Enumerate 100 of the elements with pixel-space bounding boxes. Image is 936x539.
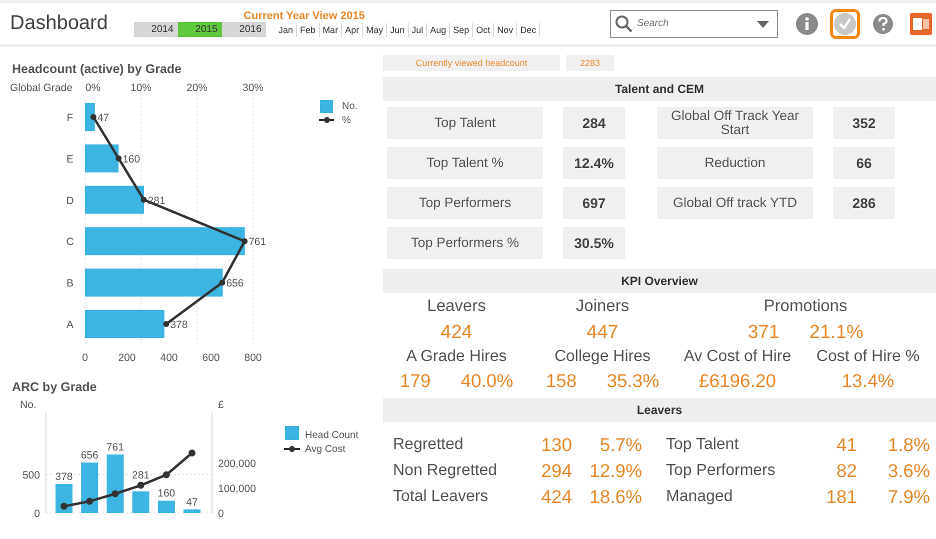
metric-value: 30.5% bbox=[563, 227, 625, 259]
axis-tick-label: 600 bbox=[202, 352, 220, 364]
section-header: Talent and CEM bbox=[383, 77, 936, 101]
month-option[interactable]: Aug bbox=[427, 22, 450, 36]
kpi-value: £6196.20 bbox=[698, 370, 776, 392]
metric-value: 352 bbox=[833, 107, 895, 139]
axis-tick-label: 30% bbox=[242, 82, 264, 94]
metric-value: 697 bbox=[563, 187, 625, 219]
data-label: 281 bbox=[132, 469, 150, 482]
leaver-label: Top Performers bbox=[666, 462, 776, 480]
bar bbox=[85, 144, 119, 172]
chart-title: Headcount (active) by Grade bbox=[12, 62, 182, 76]
chart-title: ARC by Grade bbox=[12, 380, 98, 394]
axis-tick-label: 100,000 bbox=[218, 483, 256, 495]
kpi-label: A Grade Hires bbox=[406, 348, 507, 366]
axis-title: £ bbox=[218, 399, 224, 411]
leaver-percent: 18.6% bbox=[588, 486, 642, 508]
section-header: KPI Overview bbox=[383, 269, 936, 293]
kpi-value: 371 bbox=[748, 322, 780, 344]
leaver-count: 181 bbox=[825, 486, 857, 508]
leaver-count: 130 bbox=[540, 434, 572, 456]
month-option[interactable]: May bbox=[363, 22, 388, 36]
leaver-count: 294 bbox=[540, 460, 572, 482]
kpi-label: Av Cost of Hire bbox=[684, 348, 792, 366]
leaver-count: 82 bbox=[835, 460, 857, 482]
axis-tick-label: 200,000 bbox=[218, 458, 256, 470]
leaver-label: Regretted bbox=[393, 436, 464, 454]
bar bbox=[81, 462, 98, 513]
axis-tick-label: 10% bbox=[130, 82, 152, 94]
legend-label: Avg Cost bbox=[305, 444, 346, 455]
kpi-label: Promotions bbox=[764, 297, 848, 316]
data-point bbox=[242, 238, 248, 244]
kpi-value: 13.4% bbox=[842, 370, 894, 392]
axis-title: No. bbox=[20, 399, 36, 411]
kpi-value: 424 bbox=[440, 322, 472, 344]
search-field[interactable]: Search bbox=[610, 10, 778, 38]
metric-label: Top Performers bbox=[387, 187, 543, 219]
leaver-percent: 12.9% bbox=[588, 460, 642, 482]
month-option[interactable]: Oct bbox=[473, 22, 494, 36]
metric-label: Global Off Track Year Start bbox=[657, 107, 813, 139]
check-icon bbox=[833, 12, 857, 36]
leaver-label: Non Regretted bbox=[393, 462, 498, 480]
year-option[interactable]: 2016 bbox=[222, 22, 266, 37]
leaver-label: Top Talent bbox=[666, 436, 740, 454]
data-label: 761 bbox=[106, 441, 124, 454]
leaver-percent: 5.7% bbox=[598, 434, 642, 456]
legend-line-icon bbox=[319, 117, 334, 123]
dashboard-title: Dashboard bbox=[10, 12, 109, 35]
year-option[interactable]: 2014 bbox=[134, 22, 178, 37]
bar bbox=[132, 491, 150, 513]
month-option[interactable]: Jan bbox=[276, 22, 298, 36]
month-option[interactable]: Dec bbox=[517, 22, 540, 36]
legend-swatch bbox=[285, 426, 299, 440]
axis-tick-label: 0 bbox=[218, 508, 224, 520]
category-label: A bbox=[66, 319, 74, 331]
bar bbox=[85, 186, 144, 214]
metric-value: 286 bbox=[833, 187, 895, 219]
leaver-label: Total Leavers bbox=[393, 488, 490, 506]
data-point bbox=[86, 498, 94, 505]
bar bbox=[158, 500, 175, 513]
check-button[interactable] bbox=[830, 8, 860, 38]
kpi-value: 158 bbox=[546, 370, 577, 392]
legend-swatch bbox=[320, 100, 333, 113]
slides-icon bbox=[910, 12, 932, 34]
month-option[interactable]: Mar bbox=[320, 22, 342, 36]
month-option[interactable]: Jun bbox=[387, 22, 409, 36]
headcount-label: Currently viewed headcount bbox=[383, 55, 560, 71]
year-option[interactable]: 2015 bbox=[178, 22, 222, 37]
data-point bbox=[188, 450, 196, 456]
year-view-title: Current Year View 2015 bbox=[244, 10, 366, 22]
axis-tick-label: 0 bbox=[82, 352, 88, 364]
month-option[interactable]: Apr bbox=[342, 22, 364, 36]
legend-label: Head Count bbox=[305, 430, 358, 441]
month-option[interactable]: Nov bbox=[494, 22, 518, 36]
data-label: 378 bbox=[170, 319, 188, 331]
metric-label: Global Off track YTD bbox=[657, 187, 813, 219]
month-option[interactable]: Jul bbox=[408, 22, 428, 36]
data-point bbox=[219, 280, 226, 286]
category-label: F bbox=[66, 112, 74, 124]
leaver-count: 424 bbox=[540, 486, 572, 508]
axis-tick-label: 800 bbox=[244, 352, 262, 364]
category-label: B bbox=[66, 278, 74, 290]
data-point bbox=[112, 490, 119, 498]
kpi-label: Leavers bbox=[427, 297, 486, 316]
search-icon bbox=[615, 14, 633, 32]
leaver-percent: 7.9% bbox=[886, 486, 930, 508]
data-label: 160 bbox=[122, 153, 140, 166]
leaver-count: 41 bbox=[835, 434, 857, 456]
category-label: C bbox=[66, 236, 74, 248]
data-label: 656 bbox=[226, 278, 244, 290]
legend-label: No. bbox=[342, 101, 358, 112]
metric-label: Top Talent bbox=[387, 107, 543, 139]
month-option[interactable]: Feb bbox=[297, 22, 320, 36]
data-label: 160 bbox=[158, 488, 176, 500]
category-label: D bbox=[66, 194, 74, 207]
kpi-label: College Hires bbox=[554, 348, 651, 366]
metric-value: 66 bbox=[833, 147, 895, 179]
bar bbox=[106, 454, 124, 513]
month-option[interactable]: Sep bbox=[450, 22, 474, 36]
data-point bbox=[116, 155, 122, 162]
